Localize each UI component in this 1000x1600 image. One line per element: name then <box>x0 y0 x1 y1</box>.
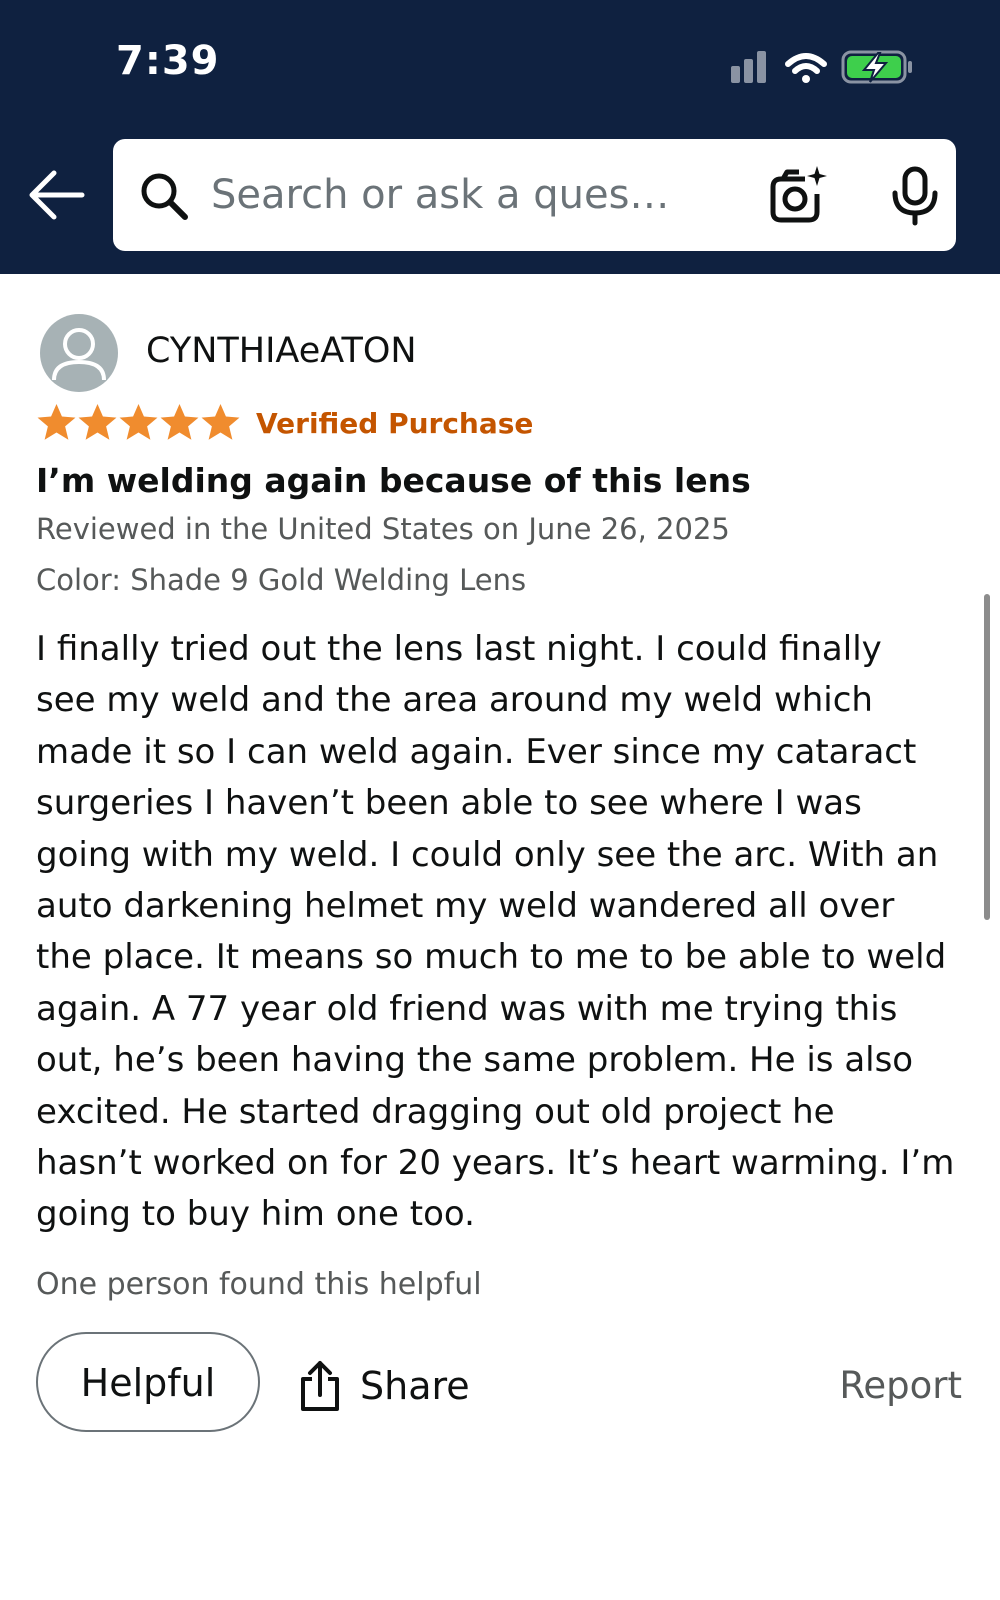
back-arrow-icon[interactable] <box>26 164 88 226</box>
review-body-line: made it so I can weld again. Ever since … <box>36 731 917 772</box>
verified-purchase-badge: Verified Purchase <box>256 407 534 440</box>
review-body: I finally tried out the lens last night.… <box>36 624 966 1241</box>
star-icon <box>119 404 158 440</box>
review-body-line: out, he’s been having the same problem. … <box>36 1040 914 1081</box>
review-body-line: going to buy him one too. <box>36 1194 475 1235</box>
search-bar <box>113 139 956 251</box>
review-date: Reviewed in the United States on June 26… <box>36 512 730 546</box>
review-title: I’m welding again because of this lens <box>36 461 751 500</box>
review-body-line: see my weld and the area around my weld … <box>36 680 873 721</box>
review-body-line: auto darkening helmet my weld wandered a… <box>36 886 895 927</box>
status-time: 7:39 <box>116 38 220 84</box>
user-icon <box>52 328 106 381</box>
review-body-line: again. A 77 year old friend was with me … <box>36 988 898 1029</box>
microphone-icon[interactable] <box>887 165 943 227</box>
review-body-line: surgeries I haven’t been able to see whe… <box>36 783 862 824</box>
star-icon <box>201 404 240 440</box>
search-input[interactable] <box>209 161 773 229</box>
share-label: Share <box>360 1364 470 1408</box>
star-icon <box>78 404 117 440</box>
share-icon <box>301 1361 339 1411</box>
report-link[interactable]: Report <box>839 1364 962 1407</box>
cellular-signal-icon <box>731 51 766 83</box>
star-rating <box>36 402 241 446</box>
battery-charging-icon <box>841 50 912 84</box>
helpful-count: One person found this helpful <box>36 1267 482 1302</box>
star-icon <box>160 404 199 440</box>
star-icon <box>37 404 76 440</box>
avatar <box>40 314 118 392</box>
scrollbar[interactable] <box>984 594 990 920</box>
review-variant: Color: Shade 9 Gold Welding Lens <box>36 563 527 597</box>
review-body-line: the place. It means so much to me to be … <box>36 937 947 978</box>
review-body-line: I finally tried out the lens last night.… <box>36 629 882 669</box>
app-header: 7:39 <box>0 0 1000 274</box>
camera-sparkle-icon[interactable] <box>765 164 827 226</box>
share-button[interactable]: Share <box>298 1356 470 1416</box>
reviewer-name[interactable]: CYNTHIAeATON <box>146 331 417 371</box>
review-body-line: hasn’t worked on for 20 years. It’s hear… <box>36 1143 955 1184</box>
review-body-line: going with my weld. I could only see the… <box>36 834 939 875</box>
helpful-button[interactable]: Helpful <box>36 1332 260 1432</box>
status-icons <box>731 50 912 84</box>
wifi-icon <box>785 53 827 83</box>
review-body-line: excited. He started dragging out old pro… <box>36 1091 835 1132</box>
search-icon <box>141 173 188 220</box>
